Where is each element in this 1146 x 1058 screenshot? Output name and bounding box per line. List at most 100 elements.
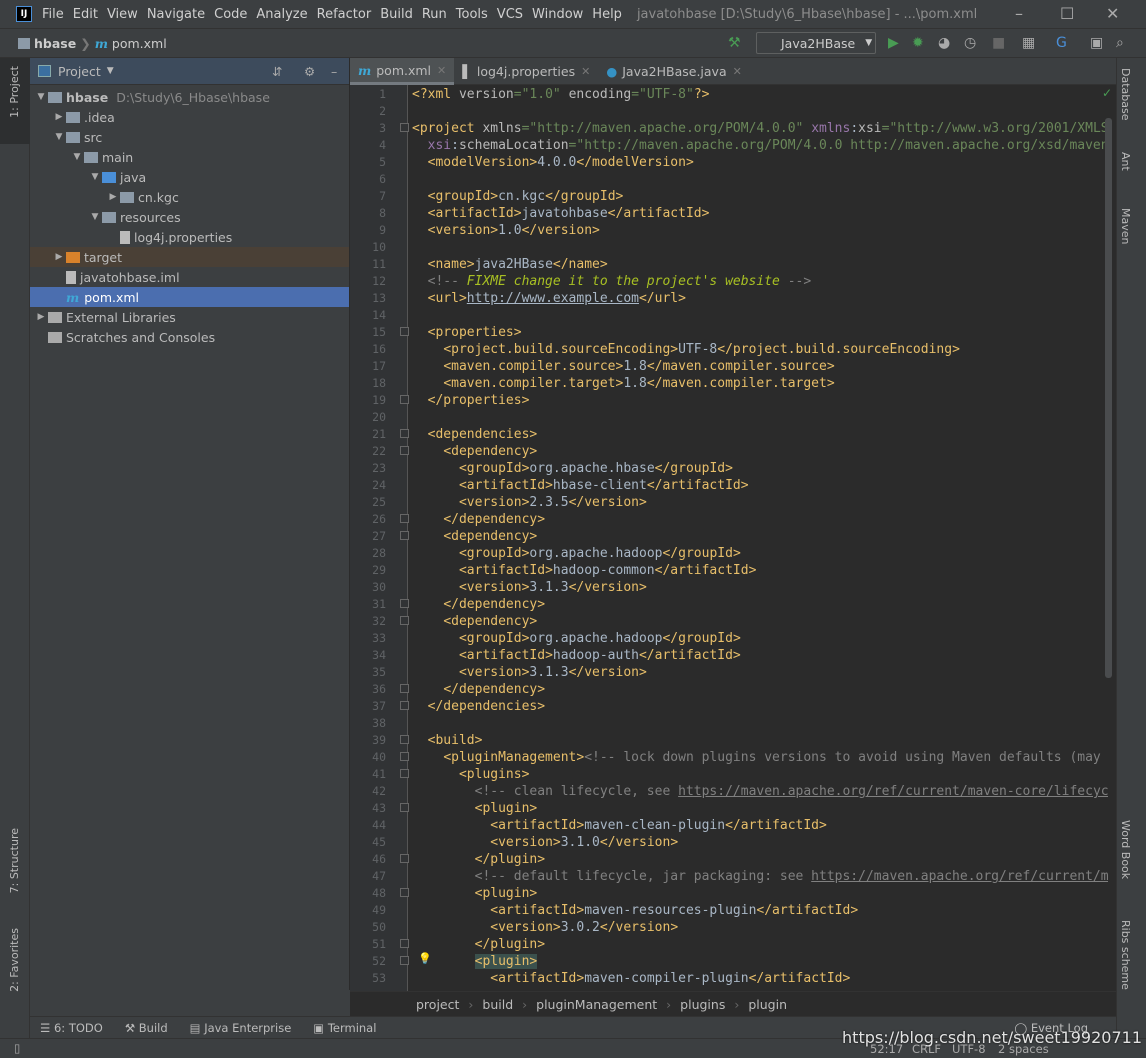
code-line: <artifactId>javatohbase</artifactId> [427,206,710,221]
menu-navigate[interactable]: Navigate [147,7,205,22]
close-button[interactable]: ✕ [1106,4,1119,23]
menu-refactor[interactable]: Refactor [317,7,372,22]
menu-window[interactable]: Window [532,7,583,22]
menu-tools[interactable]: Tools [456,7,488,22]
breadcrumb-plugins[interactable]: plugins [680,997,725,1012]
code-line: <dependency> [443,529,538,544]
close-tab-icon[interactable]: ✕ [437,64,446,77]
tool-window-6-todo[interactable]: ☰ 6: TODO [40,1021,103,1035]
tree-item-external-libraries[interactable]: ▶ External Libraries [30,307,349,327]
tree-item-scratches-and-consoles[interactable]: Scratches and Consoles [30,327,349,347]
tree-item-java[interactable]: ▼ java [30,167,349,187]
tool-window-java-enterprise[interactable]: ▤ Java Enterprise [190,1021,292,1035]
nav-separator-icon: ❯ [80,35,91,51]
line-number: 46 [372,852,386,866]
translate-icon[interactable]: G [1056,35,1067,51]
tree-item-target[interactable]: ▶ target [30,247,349,267]
tree-item-cn-kgc[interactable]: ▶ cn.kgc [30,187,349,207]
menu-analyze[interactable]: Analyze [256,7,307,22]
run-configuration-select[interactable]: Java2HBase ▼ [756,32,876,54]
tab-label: pom.xml [376,62,432,78]
chevron-down-icon[interactable]: ▼ [88,212,102,222]
run-config-label: Java2HBase [781,35,856,51]
collapse-all-icon[interactable]: ⇵ [272,64,282,79]
line-number: 22 [372,444,386,458]
chevron-down-icon[interactable]: ▼ [107,66,114,76]
coverage-icon[interactable]: ◕ [938,35,950,51]
tool-window-terminal[interactable]: ▣ Terminal [313,1021,376,1035]
tab-database[interactable]: Database [1119,68,1132,121]
toggle-tool-windows-icon[interactable]: ▯ [14,1041,20,1055]
line-number: 28 [372,546,386,560]
profile-icon[interactable]: ◷ [964,35,976,51]
search-icon[interactable]: ⌕ [1116,35,1124,51]
tab-project[interactable]: 1: Project [8,66,21,118]
tab-log4j-properties[interactable]: ▌ log4j.properties ✕ [454,58,598,85]
menu-help[interactable]: Help [592,7,622,22]
breadcrumb-build[interactable]: build [482,997,513,1012]
tree-item-javatohbase-iml[interactable]: javatohbase.iml [30,267,349,287]
tree-item-src[interactable]: ▼ src [30,127,349,147]
tree-item-hbase[interactable]: ▼ hbase D:\Study\6_Hbase\hbase [30,87,349,107]
close-tab-icon[interactable]: ✕ [581,65,590,78]
tab-java2hbase-java[interactable]: ● Java2HBase.java ✕ [598,58,750,85]
hide-icon[interactable]: – [331,64,337,79]
close-tab-icon[interactable]: ✕ [733,65,742,78]
code-line: <artifactId>maven-resources-plugin</arti… [490,903,859,918]
menu-file[interactable]: File [42,7,64,22]
menu-run[interactable]: Run [422,7,447,22]
tree-item-pom-xml[interactable]: m pom.xml [30,287,349,307]
chevron-down-icon[interactable]: ▼ [70,152,84,162]
enterprise-icon: ▤ [189,1020,205,1035]
gear-icon[interactable]: ⚙ [304,64,315,79]
build-hammer-icon[interactable]: ⚒ [728,35,741,51]
breadcrumb-project[interactable]: project [416,997,459,1012]
chevron-down-icon[interactable]: ▼ [34,92,48,102]
code-line: <version>3.1.0</version> [490,835,679,850]
presentation-icon[interactable]: ▣ [1090,35,1103,51]
chevron-right-icon[interactable]: ▶ [106,192,120,202]
minimize-button[interactable]: – [1015,4,1023,23]
code-area[interactable]: <?xml version="1.0" encoding="UTF-8"?> <p… [408,85,1108,991]
chevron-right-icon[interactable]: ▶ [52,252,66,262]
chevron-right-icon[interactable]: ▶ [34,312,48,322]
tree-item-log4j-properties[interactable]: log4j.properties [30,227,349,247]
tree-item-label: pom.xml [84,289,140,305]
chevron-down-icon[interactable]: ▼ [52,132,66,142]
check-ok-icon: ✓ [1102,86,1113,100]
debug-icon[interactable]: ✹ [912,35,924,51]
project-structure-icon[interactable]: ▦ [1022,35,1035,51]
tab-structure[interactable]: 7: Structure [8,828,21,893]
editor-scrollbar[interactable] [1105,118,1112,678]
line-number: 51 [372,937,386,951]
tree-item--idea[interactable]: ▶ .idea [30,107,349,127]
code-line: <name>java2HBase</name> [427,257,608,272]
nav-file[interactable]: pom.xml [112,36,167,51]
tab-pom-xml[interactable]: m pom.xml ✕ [350,58,455,85]
menu-code[interactable]: Code [214,7,247,22]
menu-edit[interactable]: Edit [73,7,98,22]
tab-favorites[interactable]: 2: Favorites [8,928,21,992]
menu-vcs[interactable]: VCS [497,7,523,22]
tab-ribs-scheme[interactable]: Ribs scheme [1119,920,1132,990]
breadcrumb-pluginmanagement[interactable]: pluginManagement [536,997,657,1012]
chevron-down-icon[interactable]: ▼ [88,172,102,182]
maximize-button[interactable]: ☐ [1060,4,1074,23]
watermark: https://blog.csdn.net/sweet19920711 [842,1028,1142,1047]
breadcrumb-plugin[interactable]: plugin [748,997,787,1012]
project-view-select[interactable]: Project [58,64,101,79]
code-line: <project.build.sourceEncoding>UTF-8</pro… [443,342,960,357]
chevron-right-icon[interactable]: ▶ [52,112,66,122]
stop-icon[interactable]: ■ [992,35,1005,51]
menu-build[interactable]: Build [380,7,413,22]
tool-window-build[interactable]: ⚒ Build [125,1021,168,1035]
tree-item-resources[interactable]: ▼ resources [30,207,349,227]
menu-view[interactable]: View [107,7,138,22]
tab-ant[interactable]: Ant [1119,152,1132,171]
tab-label: log4j.properties [476,64,576,79]
tree-item-main[interactable]: ▼ main [30,147,349,167]
nav-project[interactable]: hbase [34,36,76,51]
tab-word-book[interactable]: Word Book [1119,820,1132,879]
tab-maven[interactable]: Maven [1119,208,1132,244]
run-icon[interactable]: ▶ [888,35,899,51]
